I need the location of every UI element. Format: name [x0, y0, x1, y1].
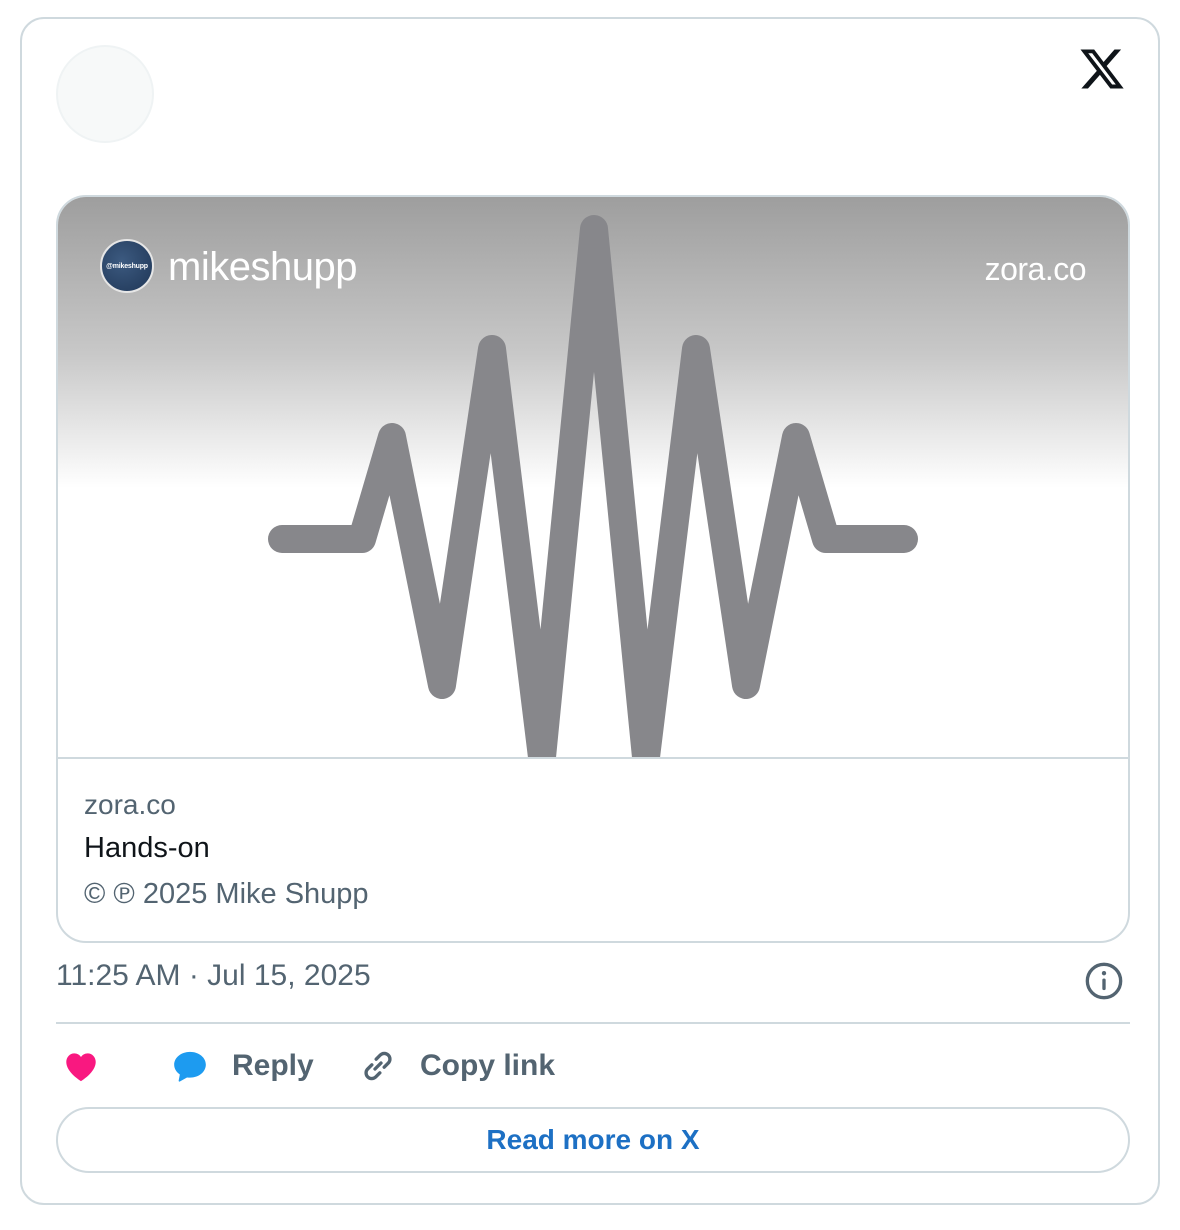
- link-card[interactable]: @mikeshupp mikeshupp zora.co zora.co Han…: [56, 195, 1130, 943]
- divider: [56, 1022, 1130, 1024]
- card-title: Hands-on: [84, 832, 210, 864]
- like-button[interactable]: [62, 1043, 100, 1089]
- card-meta: zora.co Hands-on © ℗ 2025 Mike Shupp: [84, 785, 369, 917]
- card-description: © ℗ 2025 Mike Shupp: [84, 878, 369, 910]
- image-domain: zora.co: [984, 251, 1087, 287]
- reply-bubble-icon: [174, 1051, 206, 1082]
- image-avatar: @mikeshupp: [100, 239, 154, 293]
- info-icon[interactable]: [1084, 961, 1124, 1001]
- read-more-label: Read more on X: [486, 1124, 700, 1155]
- x-logo-icon[interactable]: [1078, 45, 1126, 93]
- author-avatar[interactable]: [56, 45, 154, 143]
- copy-link-label: Copy link: [420, 1049, 556, 1082]
- action-bar: Reply Copy link: [56, 1043, 1130, 1089]
- read-more-button[interactable]: Read more on X: [56, 1107, 1130, 1173]
- link-icon: [364, 1051, 392, 1081]
- reply-label: Reply: [232, 1049, 314, 1082]
- tweet-embed: @mikeshupp mikeshupp zora.co zora.co Han…: [20, 17, 1160, 1205]
- reply-button[interactable]: Reply: [170, 1043, 314, 1089]
- heart-icon: [66, 1053, 96, 1082]
- tweet-timestamp[interactable]: 11:25 AM · Jul 15, 2025: [56, 959, 371, 993]
- image-avatar-text: @mikeshupp: [106, 262, 148, 270]
- card-image: @mikeshupp mikeshupp zora.co: [58, 197, 1128, 759]
- card-domain: zora.co: [84, 789, 176, 820]
- image-username: mikeshupp: [168, 245, 357, 289]
- copy-link-button[interactable]: Copy link: [358, 1043, 555, 1089]
